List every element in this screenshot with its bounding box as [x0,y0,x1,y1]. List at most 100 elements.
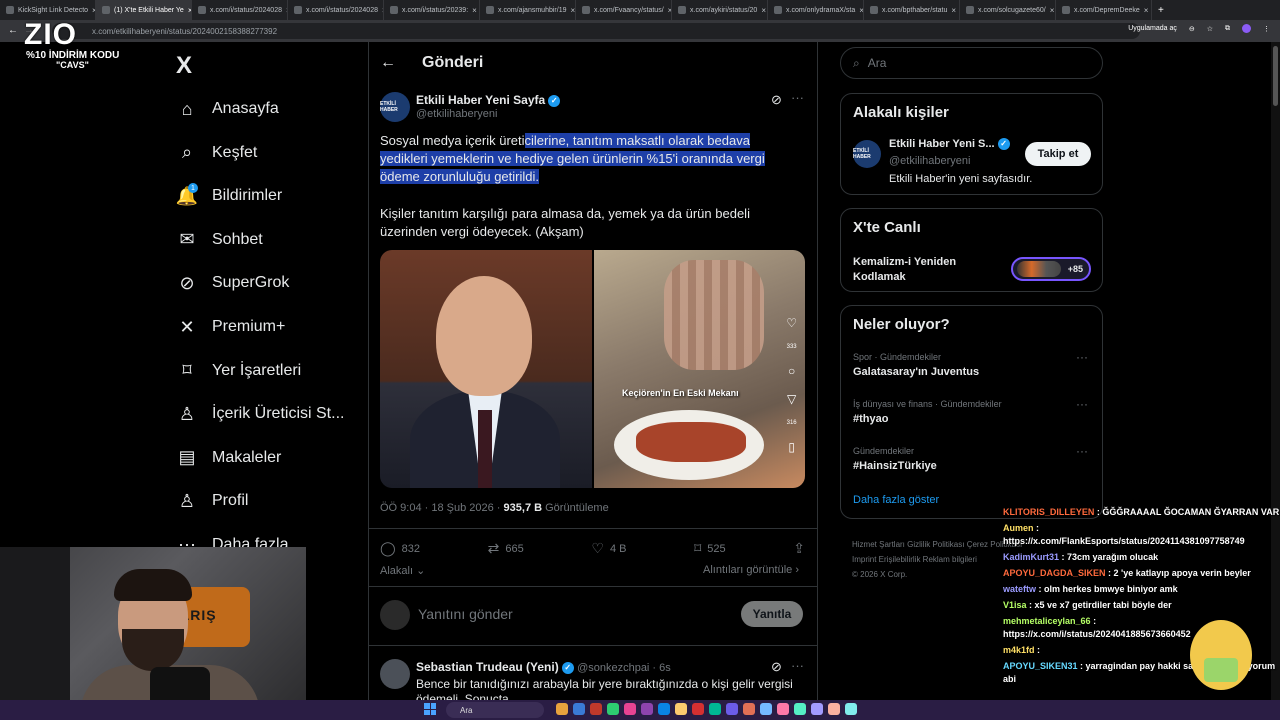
close-tab-icon[interactable]: × [570,6,575,15]
chat-username[interactable]: mehmetaliceylan_66 [1003,616,1091,626]
browser-tab[interactable]: x.com/i/status/2024028× [192,0,288,20]
browser-tab[interactable]: (1) X'te Etkili Haber Ye× [96,0,192,20]
browser-tab[interactable]: KickSight Link Detecto× [0,0,96,20]
taskbar-app-icon[interactable] [726,703,738,715]
sidebar-item-mail[interactable]: ✉ Sohbet [176,226,262,254]
chat-username[interactable]: Aumen [1003,523,1034,533]
chat-username[interactable]: m4k1fd [1003,645,1035,655]
new-tab-icon[interactable]: + [1152,5,1170,16]
live-topic[interactable]: Kemalizm-i Yeniden Kodlamak [853,255,1003,285]
heart-icon[interactable]: ♡ [786,316,797,330]
taskbar-app-icon[interactable] [573,703,585,715]
trend-item[interactable]: Galatasaray'ın Juventus [853,366,979,378]
browser-tab[interactable]: x.com/DepremDeeke × [1056,0,1152,20]
comment-author[interactable]: Sebastian Trudeau (Yeni) ✓ @sonkezchpai ·… [416,660,671,674]
more-options-icon[interactable]: ··· [1076,350,1088,364]
more-options-icon[interactable]: ··· [1076,397,1088,411]
back-icon[interactable]: ← [8,25,18,36]
taskbar-app-icon[interactable] [845,703,857,715]
app-mode-button[interactable]: Uygulamada aç [1128,25,1177,32]
author-name[interactable]: Etkili Haber Yeni Sayfa ✓ [416,93,561,107]
show-more-link[interactable]: Daha fazla göster [853,494,939,506]
follow-button[interactable]: Takip et [1025,142,1091,166]
chat-username[interactable]: APOYU_SIKEN31 [1003,661,1078,671]
sidebar-item-article[interactable]: ▤ Makaleler [176,444,281,472]
user-avatar[interactable] [380,600,410,630]
taskbar-app-icon[interactable] [828,703,840,715]
taskbar-app-icon[interactable] [811,703,823,715]
reply-submit-button[interactable]: Yanıtla [741,601,803,627]
grok-icon[interactable]: ⊘ [771,659,782,675]
sidebar-item-bell[interactable]: 🔔 1 Bildirimler [176,182,282,210]
author-handle[interactable]: @etkilihaberyeni [416,108,498,120]
chat-username[interactable]: KadimKurt31 [1003,552,1059,562]
share-button[interactable]: ⇪ [793,540,805,557]
sort-dropdown[interactable]: Alakalı ⌄ [380,564,425,577]
reply-input[interactable]: Yanıtını gönder [418,606,513,622]
menu-icon[interactable]: ⋮ [1263,25,1270,33]
taskbar-app-icon[interactable] [743,703,755,715]
taskbar-app-icon[interactable] [641,703,653,715]
browser-tab[interactable]: x.com/i/status/2024028× [288,0,384,20]
sidebar-item-profile[interactable]: ♙ Profil [176,487,249,515]
like-button[interactable]: ♡ 4 B [591,540,626,557]
trend-item[interactable]: #thyao [853,413,888,425]
close-tab-icon[interactable]: × [1144,6,1149,15]
close-tab-icon[interactable]: × [1050,6,1055,15]
repost-button[interactable]: ⇄ 665 [488,540,524,557]
windows-start-icon[interactable] [424,703,436,715]
taskbar-app-icon[interactable] [709,703,721,715]
author-avatar[interactable]: ETKİLİ HABER [380,92,410,122]
search-input[interactable]: ⌕ Ara [840,47,1103,79]
related-name[interactable]: Etkili Haber Yeni S... ✓ [889,138,1010,151]
close-tab-icon[interactable]: × [951,6,956,15]
related-handle[interactable]: @etkilihaberyeni [889,155,971,167]
sidebar-item-search[interactable]: ⌕ Keşfet [176,139,257,167]
sidebar-item-creator[interactable]: ♙ İçerik Üreticisi St... [176,400,345,428]
browser-tab[interactable]: x.com/Fvaancy/status/× [576,0,672,20]
live-listeners-pill[interactable]: +85 [1011,257,1091,281]
bookmark-star-icon[interactable]: ☆ [1207,25,1213,33]
post-time[interactable]: ÖÖ 9:04 · 18 Şub 2026 · [380,502,500,514]
send-icon[interactable]: ▽ [787,392,796,406]
post-media[interactable]: Keçiören'in En Eski Mekanı ♡ 333 ○ ▽ 316… [380,250,805,488]
related-avatar[interactable]: ETKİLİ HABER [853,140,881,168]
browser-tab[interactable]: x.com/solcugazete60/ × [960,0,1056,20]
taskbar-app-icon[interactable] [607,703,619,715]
view-quotes-link[interactable]: Alıntıları görüntüle › [703,564,799,576]
more-options-icon[interactable]: ··· [1076,444,1088,458]
save-icon[interactable]: ▯ [788,440,795,454]
chat-username[interactable]: KLITORIS_DILLEYEN [1003,507,1094,517]
comment-avatar[interactable] [380,659,410,689]
back-arrow-icon[interactable]: ← [380,54,396,72]
address-bar[interactable]: x.com/etkilihaberyeni/status/20240021583… [52,23,1140,39]
close-tab-icon[interactable]: × [761,6,766,15]
taskbar-app-icon[interactable] [624,703,636,715]
taskbar-app-icon[interactable] [794,703,806,715]
taskbar-app-icon[interactable] [760,703,772,715]
taskbar-search[interactable]: Ara [446,702,544,718]
more-options-icon[interactable]: ··· [791,90,804,105]
browser-tab[interactable]: x.com/bpthaber/statu × [864,0,960,20]
comment-icon[interactable]: ○ [788,364,795,378]
taskbar-app-icon[interactable] [692,703,704,715]
trend-item[interactable]: #HainsizTürkiye [853,460,937,472]
x-logo[interactable]: X [176,52,192,80]
browser-tab[interactable]: x.com/i/status/20239: × [384,0,480,20]
media-image-portrait[interactable] [380,250,592,488]
sidebar-item-bookmark[interactable]: ⌑ Yer İşaretleri [176,357,301,385]
sidebar-item-grok[interactable]: ⊘ SuperGrok [176,269,289,297]
grok-icon[interactable]: ⊘ [771,92,782,108]
reply-button[interactable]: ◯ 832 [380,540,420,557]
chat-username[interactable]: wateftw [1003,584,1036,594]
browser-tab[interactable]: x.com/ajansmuhbir/19 × [480,0,576,20]
zoom-icon[interactable]: ⊖ [1189,25,1195,33]
browser-tab[interactable]: x.com/aykiri/status/20 × [672,0,768,20]
more-options-icon[interactable]: ··· [791,658,804,673]
media-image-food[interactable]: Keçiören'in En Eski Mekanı ♡ 333 ○ ▽ 316… [594,250,805,488]
taskbar-app-icon[interactable] [556,703,568,715]
chat-username[interactable]: APOYU_DAGDA_SIKEN [1003,568,1106,578]
extensions-icon[interactable]: ⧉ [1225,25,1230,33]
sidebar-item-x[interactable]: ✕ Premium+ [176,313,285,341]
profile-icon[interactable] [1242,24,1251,33]
